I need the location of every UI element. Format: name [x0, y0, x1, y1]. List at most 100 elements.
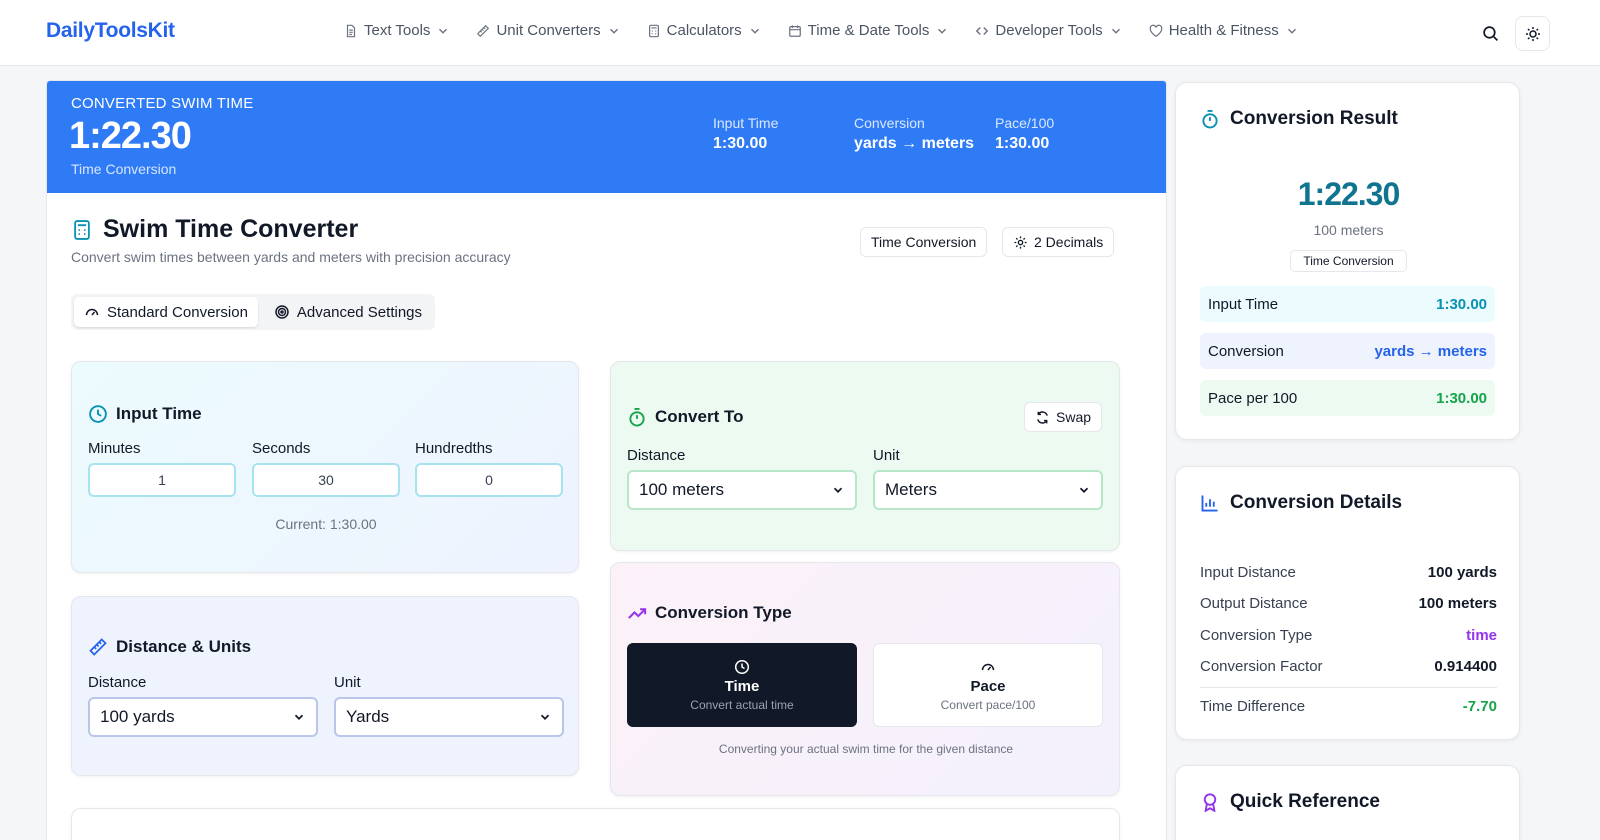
distance-label: Distance [627, 447, 686, 464]
selected-value: 100 yards [100, 707, 175, 726]
nav-developer-tools[interactable]: Developer Tools [975, 22, 1122, 39]
page-subtitle: Convert swim times between yards and met… [71, 249, 511, 265]
distance-label: Distance [88, 674, 147, 691]
result-row-input-time: Input Time 1:30.00 [1200, 286, 1495, 322]
chevron-down-icon [439, 28, 448, 34]
time-conversion-badge[interactable]: Time Conversion [860, 227, 988, 257]
result-distance: 100 meters [1313, 222, 1384, 238]
tab-label: Advanced Settings [296, 303, 423, 321]
badge-label: Time Conversion [871, 234, 977, 250]
selected-value: 100 meters [639, 480, 725, 499]
hundredths-input[interactable] [415, 463, 563, 497]
result-row-pace: Pace per 100 1:30.00 [1200, 380, 1495, 416]
unit-label: Unit [873, 447, 900, 464]
row-label: Input Time [1208, 295, 1279, 313]
main-nav: Text Tools Unit Converters Calculators T… [344, 22, 1299, 39]
swap-button[interactable]: Swap [1024, 402, 1103, 432]
detail-label: Output Distance [1200, 595, 1308, 612]
row-value: 1:30.00 [1436, 389, 1487, 407]
mode-tabs: Standard Conversion Advanced Settings [71, 294, 436, 330]
gauge-icon [85, 308, 99, 316]
conversion-result-card: Conversion Result 1:22.30 100 meters Tim… [1175, 82, 1520, 440]
source-unit-select[interactable]: Yards [334, 697, 564, 737]
nav-health-fitness[interactable]: Health & Fitness [1149, 22, 1299, 39]
swap-icon [1037, 410, 1048, 424]
result-heading: Conversion Result [1200, 108, 1398, 130]
selected-value: Yards [346, 707, 390, 726]
detail-value: 100 meters [1418, 595, 1497, 612]
nav-calculators[interactable]: Calculators [647, 22, 762, 39]
heart-icon [1149, 24, 1162, 37]
gauge-icon [981, 663, 995, 670]
chevron-down-icon [938, 28, 947, 34]
distance-units-card: Distance & Units Distance Unit 100 yards… [71, 596, 579, 776]
nav-text-tools[interactable]: Text Tools [344, 22, 450, 39]
nav-unit-converters[interactable]: Unit Converters [476, 22, 620, 39]
result-badge: Time Conversion [1290, 250, 1407, 272]
row-value: yards → meters [1374, 342, 1487, 360]
bottom-card [71, 808, 1120, 840]
row-label: Pace per 100 [1208, 389, 1298, 407]
hero-stat-pace: Pace/100 1:30.00 [995, 115, 1054, 153]
detail-label: Conversion Factor [1200, 658, 1323, 675]
convert-to-card: Convert To Swap Distance Unit 100 meters… [610, 361, 1120, 551]
target-unit-select[interactable]: Meters [873, 470, 1103, 510]
result-value: 1:22.30 [1297, 176, 1401, 212]
detail-value: time [1466, 627, 1497, 644]
bar-chart-icon [1201, 495, 1218, 512]
stat-value: yards → meters [854, 135, 975, 152]
hero-subtitle: Time Conversion [71, 161, 177, 177]
time-conversion-option[interactable]: Time Convert actual time [627, 643, 857, 727]
target-icon [275, 305, 289, 319]
target-distance-select[interactable]: 100 meters [627, 470, 857, 510]
details-heading: Conversion Details [1200, 492, 1402, 514]
ruler-icon [477, 24, 490, 37]
hero-value: 1:22.30 [69, 115, 192, 157]
clock-icon [89, 405, 107, 423]
tab-label: Standard Conversion [107, 303, 248, 321]
minutes-input[interactable] [88, 463, 236, 497]
calculator-icon [648, 24, 659, 37]
stat-value: 1:30.00 [995, 135, 1050, 152]
stopwatch-icon [1202, 109, 1218, 129]
result-row-conversion: Conversion yards → meters [1200, 333, 1495, 369]
current-time-readout: Current: 1:30.00 [275, 516, 377, 532]
tab-standard-conversion[interactable]: Standard Conversion [74, 297, 258, 327]
tab-advanced-settings[interactable]: Advanced Settings [264, 297, 432, 327]
hero-label: CONVERTED SWIM TIME [71, 95, 254, 112]
decimals-label: 2 Decimals [1034, 234, 1104, 250]
source-distance-select[interactable]: 100 yards [88, 697, 318, 737]
decimals-button[interactable]: 2 Decimals [1002, 227, 1115, 257]
row-value: 1:30.00 [1436, 295, 1487, 313]
input-time-heading: Input Time [88, 404, 202, 424]
top-navigation-bar: DailyToolsKit Text Tools Unit Converters… [0, 0, 1600, 66]
seconds-input[interactable] [252, 463, 400, 497]
detail-label: Time Difference [1200, 698, 1306, 715]
stat-value: 1:30.00 [713, 135, 768, 152]
nav-time-date-tools[interactable]: Time & Date Tools [788, 22, 950, 39]
hero-banner: CONVERTED SWIM TIME 1:22.30 Time Convers… [47, 81, 1166, 193]
swap-label: Swap [1056, 409, 1092, 425]
award-icon [1203, 793, 1217, 812]
search-button[interactable] [1479, 22, 1501, 44]
chevron-down-icon [833, 487, 843, 493]
detail-row-conversion-factor: Conversion Factor 0.914400 [1200, 658, 1497, 675]
site-logo[interactable]: DailyToolsKit [46, 19, 175, 43]
detail-label: Input Distance [1200, 564, 1296, 581]
detail-value: 0.914400 [1434, 658, 1497, 675]
reference-heading: Quick Reference [1200, 791, 1380, 813]
option-title: Time [724, 677, 760, 695]
nav-label: Health & Fitness [1168, 22, 1279, 39]
chevron-down-icon [1111, 28, 1120, 34]
detail-row-input-distance: Input Distance 100 yards [1200, 564, 1497, 581]
document-icon [346, 24, 356, 37]
detail-row-conversion-type: Conversion Type time [1200, 627, 1497, 644]
chevron-down-icon [294, 714, 304, 720]
ruler-icon [89, 638, 107, 656]
theme-toggle-button[interactable] [1515, 16, 1550, 51]
code-icon [976, 26, 989, 35]
chevron-down-icon [1287, 28, 1296, 34]
pace-conversion-option[interactable]: Pace Convert pace/100 [873, 643, 1103, 727]
option-description: Convert actual time [690, 697, 794, 712]
input-time-card: Input Time Minutes Seconds Hundredths Cu… [71, 361, 579, 573]
